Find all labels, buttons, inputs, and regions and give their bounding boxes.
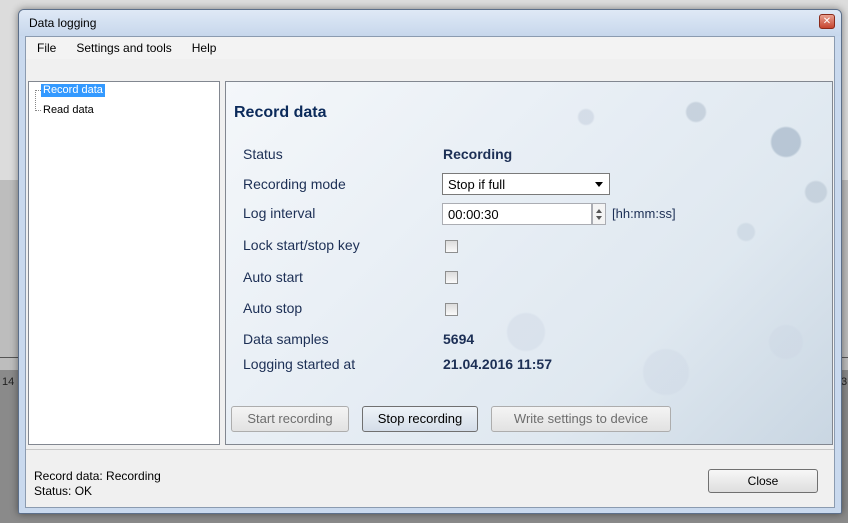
- log-interval-spinner[interactable]: [592, 203, 606, 225]
- menu-settings-and-tools[interactable]: Settings and tools: [73, 39, 174, 57]
- write-settings-button[interactable]: Write settings to device: [491, 406, 671, 432]
- data-samples-label: Data samples: [243, 331, 329, 347]
- start-recording-button[interactable]: Start recording: [231, 406, 349, 432]
- lock-start-stop-label: Lock start/stop key: [243, 237, 360, 253]
- panel-title: Record data: [234, 104, 327, 121]
- status-separator: [26, 449, 834, 450]
- title-bar[interactable]: Data logging ✕: [19, 10, 841, 36]
- lock-start-stop-checkbox[interactable]: [445, 240, 458, 253]
- auto-stop-checkbox[interactable]: [445, 303, 458, 316]
- recording-mode-value: Stop if full: [448, 177, 506, 192]
- data-samples-value: 5694: [443, 331, 475, 347]
- tree-connector-line: [35, 90, 36, 111]
- window-close-button[interactable]: ✕: [819, 14, 835, 29]
- status-label: Status: [243, 146, 283, 162]
- window-client-area: File Settings and tools Help Record data…: [25, 36, 835, 508]
- stop-recording-button[interactable]: Stop recording: [362, 406, 478, 432]
- log-interval-input[interactable]: 00:00:30: [442, 203, 592, 225]
- log-interval-label: Log interval: [243, 205, 316, 221]
- recording-mode-label: Recording mode: [243, 176, 346, 192]
- menu-help[interactable]: Help: [189, 39, 220, 57]
- data-logging-window: Data logging ✕ File Settings and tools H…: [18, 9, 842, 514]
- navigation-tree: Record data Read data: [28, 81, 220, 445]
- record-data-panel: Record data Status Recording Recording m…: [225, 81, 833, 445]
- auto-start-checkbox[interactable]: [445, 271, 458, 284]
- tree-item-read-data[interactable]: Read data: [41, 104, 96, 117]
- arrow-down-icon[interactable]: [596, 216, 602, 220]
- log-interval-unit: [hh:mm:ss]: [612, 206, 676, 221]
- auto-stop-label: Auto stop: [243, 300, 303, 316]
- background-fragment-left: 14: [2, 376, 15, 388]
- recording-mode-select[interactable]: Stop if full: [442, 173, 610, 195]
- menu-file[interactable]: File: [34, 39, 59, 57]
- logging-started-label: Logging started at: [243, 356, 356, 372]
- status-line-record: Record data: Recording: [34, 469, 161, 483]
- status-line-ok: Status: OK: [34, 484, 93, 498]
- menu-bar: File Settings and tools Help: [26, 37, 834, 59]
- auto-start-label: Auto start: [243, 269, 303, 285]
- arrow-up-icon[interactable]: [596, 209, 602, 213]
- close-icon: ✕: [822, 16, 832, 27]
- window-title: Data logging: [29, 16, 97, 30]
- chevron-down-icon: [595, 182, 603, 187]
- tree-item-record-data[interactable]: Record data: [41, 84, 105, 97]
- log-interval-value: 00:00:30: [448, 207, 499, 222]
- close-button[interactable]: Close: [708, 469, 818, 493]
- status-value: Recording: [443, 146, 513, 162]
- logging-started-value: 21.04.2016 11:57: [443, 356, 552, 372]
